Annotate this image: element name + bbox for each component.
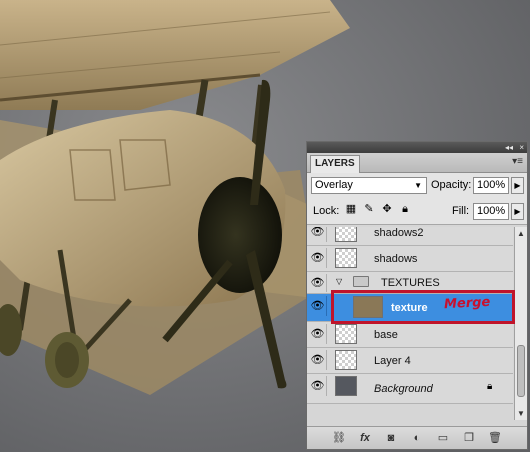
eye-icon[interactable]: 👁︎ bbox=[309, 227, 327, 242]
group-name: TEXTURES bbox=[381, 277, 440, 289]
layer-list: 👁︎ shadows2 👁︎ shadows 👁︎ ▽ TEXTURES 👁︎ … bbox=[307, 227, 513, 420]
opacity-slider-button[interactable]: ▶ bbox=[511, 177, 524, 194]
scroll-thumb[interactable] bbox=[517, 345, 525, 397]
tab-layers[interactable]: LAYERS bbox=[310, 155, 360, 173]
panel-menu-icon[interactable]: ▾≡ bbox=[512, 156, 523, 167]
collapse-icon[interactable]: ◂◂ bbox=[505, 142, 513, 153]
layer-row-background[interactable]: 👁︎ Background 🔒︎ bbox=[307, 374, 513, 404]
panel-footer: ⛓ fx ◙ ◐ ▭ ❐ 🗑︎ bbox=[307, 426, 527, 449]
lock-position-icon[interactable]: ✥ bbox=[381, 203, 393, 215]
layer-thumbnail bbox=[335, 227, 357, 242]
close-icon[interactable]: × bbox=[519, 142, 524, 153]
fx-icon[interactable]: fx bbox=[357, 431, 373, 445]
lock-transparent-pixels-icon[interactable]: ▦ bbox=[345, 203, 357, 215]
fill-slider-button[interactable]: ▶ bbox=[511, 203, 524, 220]
layer-name: shadows2 bbox=[374, 227, 424, 239]
folder-icon[interactable]: ▭ bbox=[435, 431, 451, 445]
layer-row-shadows[interactable]: 👁︎ shadows bbox=[307, 246, 513, 272]
eye-icon[interactable]: 👁︎ bbox=[309, 350, 327, 370]
new-layer-icon[interactable]: ❐ bbox=[461, 431, 477, 445]
layer-name: Background bbox=[374, 383, 433, 395]
layer-thumbnail bbox=[335, 376, 357, 396]
panel-tab-bar: LAYERS ▾≡ bbox=[307, 153, 527, 173]
layer-list-scrollbar[interactable]: ▲ ▼ bbox=[514, 227, 527, 420]
layer-group-textures[interactable]: 👁︎ ▽ TEXTURES bbox=[307, 272, 513, 294]
link-icon[interactable]: ⛓ bbox=[331, 431, 347, 445]
lock-all-icon[interactable]: 🔒︎ bbox=[399, 203, 411, 215]
layer-name: texture bbox=[391, 302, 428, 314]
layers-panel: ◂◂ × LAYERS ▾≡ Overlay ▼ Opacity: 100% ▶… bbox=[306, 141, 528, 450]
opacity-field[interactable]: 100% bbox=[473, 177, 509, 194]
lock-row: Lock: ▦ ✎ ✥ 🔒︎ Fill: 100% ▶ bbox=[307, 198, 527, 225]
layer-thumbnail bbox=[335, 324, 357, 344]
opacity-label: Opacity: bbox=[431, 179, 472, 191]
blend-mode-value: Overlay bbox=[315, 179, 353, 191]
eye-icon[interactable]: 👁︎ bbox=[309, 274, 327, 292]
lock-image-pixels-icon[interactable]: ✎ bbox=[363, 203, 375, 215]
merge-annotation: Merge bbox=[443, 294, 491, 313]
blend-options-row: Overlay ▼ Opacity: 100% ▶ bbox=[307, 173, 527, 198]
lock-label: Lock: bbox=[313, 205, 340, 217]
eye-icon[interactable]: 👁︎ bbox=[309, 324, 327, 344]
layer-name: Layer 4 bbox=[374, 355, 411, 367]
scroll-up-icon[interactable]: ▲ bbox=[515, 227, 527, 240]
eye-icon[interactable]: 👁︎ bbox=[309, 376, 327, 396]
eye-icon[interactable]: 👁︎ bbox=[309, 296, 327, 316]
layer-row-layer-4[interactable]: 👁︎ Layer 4 bbox=[307, 348, 513, 374]
trash-icon[interactable]: 🗑︎ bbox=[487, 431, 503, 445]
layer-thumbnail bbox=[335, 350, 357, 370]
chevron-down-icon: ▼ bbox=[414, 181, 422, 190]
lock-icon: 🔒︎ bbox=[487, 381, 493, 392]
layer-row-base[interactable]: 👁︎ base bbox=[307, 322, 513, 348]
layer-thumbnail bbox=[353, 296, 383, 318]
layer-thumbnail bbox=[335, 248, 357, 268]
fill-label: Fill: bbox=[452, 205, 470, 217]
layer-name: base bbox=[374, 329, 398, 341]
layer-row-shadows2[interactable]: 👁︎ shadows2 bbox=[307, 227, 513, 246]
layer-name: shadows bbox=[374, 253, 418, 265]
mask-icon[interactable]: ◙ bbox=[383, 431, 399, 445]
scroll-down-icon[interactable]: ▼ bbox=[515, 407, 527, 420]
folder-icon bbox=[353, 276, 369, 287]
blend-mode-select[interactable]: Overlay ▼ bbox=[311, 177, 427, 194]
panel-title-bar[interactable]: ◂◂ × bbox=[307, 142, 527, 153]
chevron-down-icon[interactable]: ▽ bbox=[336, 277, 342, 286]
eye-icon[interactable]: 👁︎ bbox=[309, 248, 327, 268]
adjustment-icon[interactable]: ◐ bbox=[409, 431, 425, 445]
fill-field[interactable]: 100% bbox=[473, 203, 509, 220]
